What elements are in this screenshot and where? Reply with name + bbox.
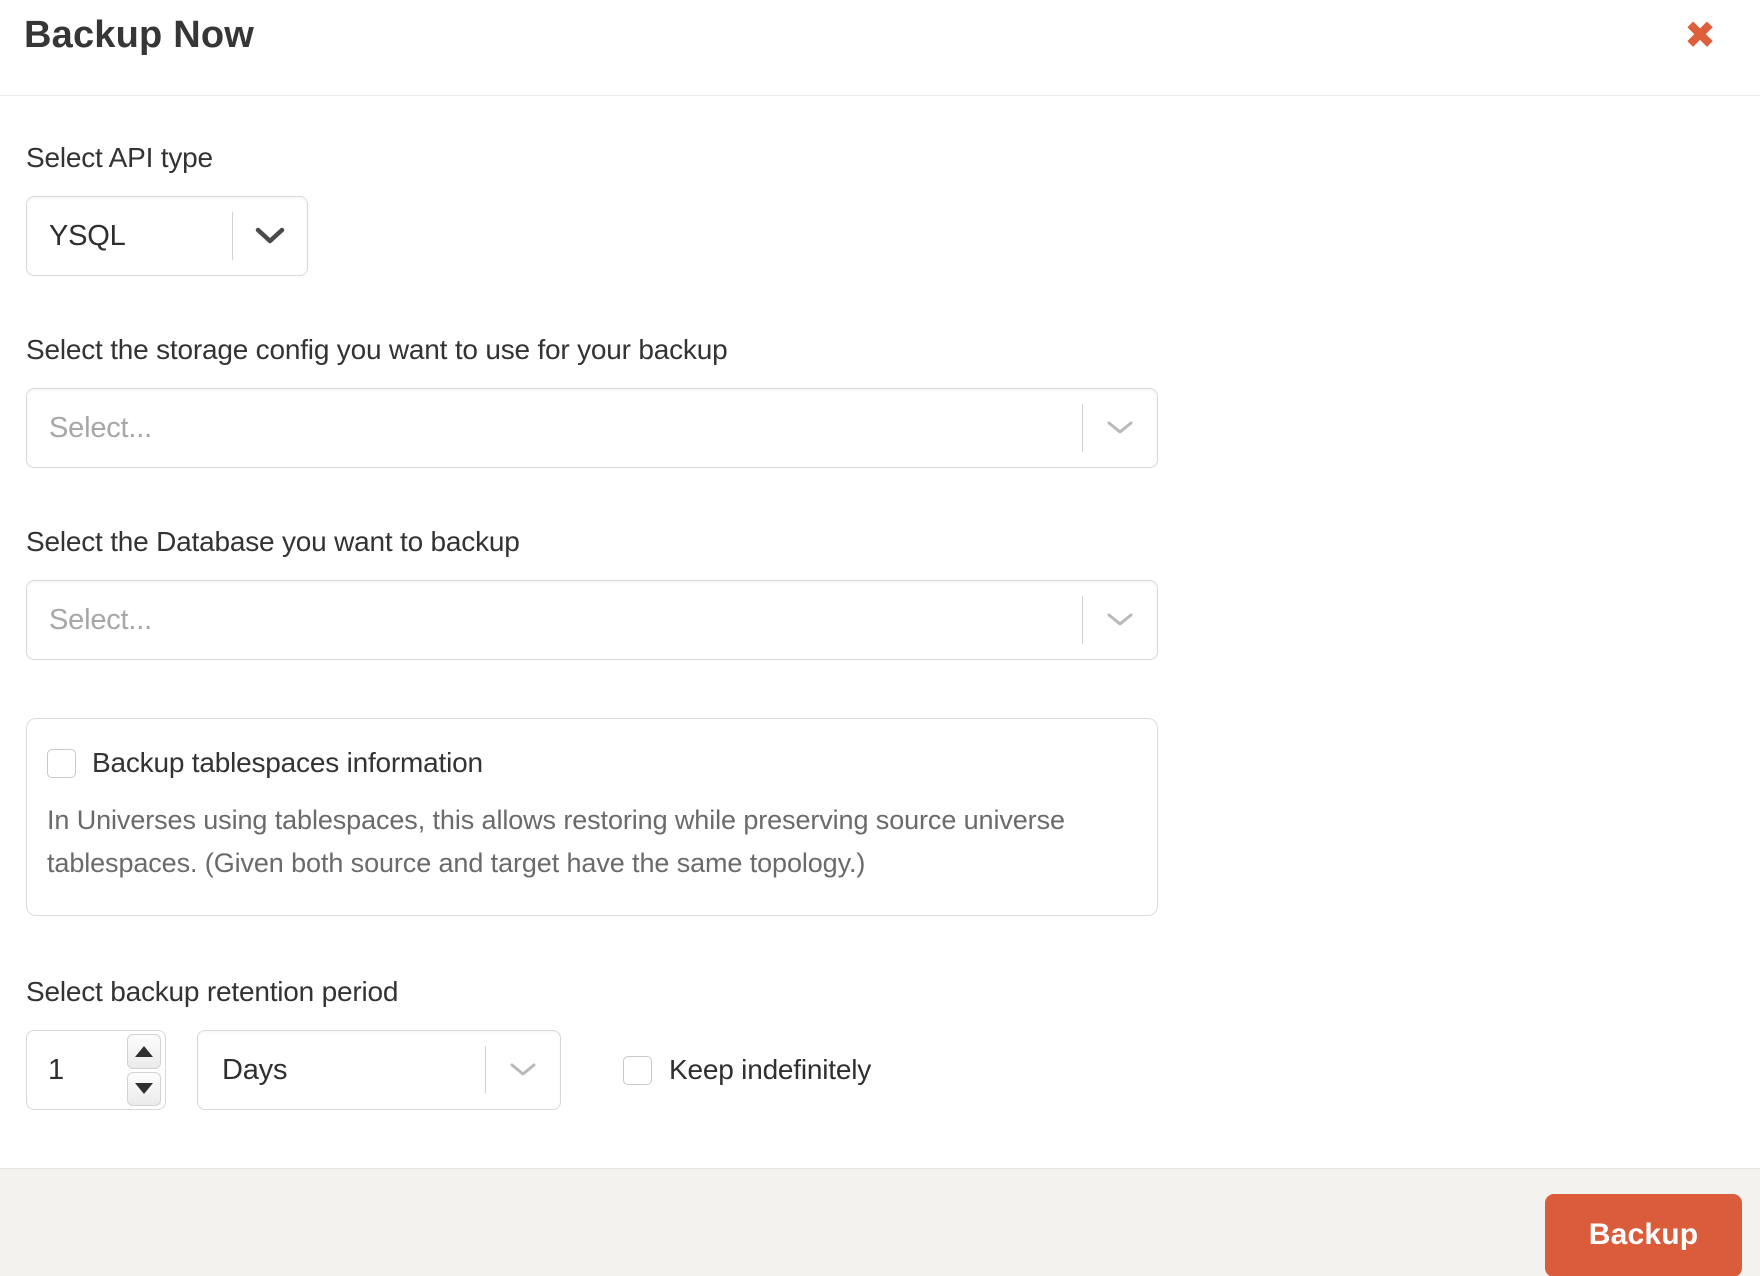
api-type-section: Select API type YSQL xyxy=(26,142,1736,276)
tablespaces-checkbox-row: Backup tablespaces information xyxy=(47,747,1127,779)
close-icon[interactable]: ✖ xyxy=(1680,16,1720,56)
modal-body: Select API type YSQL Select the storage … xyxy=(0,96,1760,1168)
modal-header: Backup Now ✖ xyxy=(0,0,1760,96)
retention-row: Days Keep indefinitely xyxy=(26,1030,1736,1110)
api-type-select[interactable]: YSQL xyxy=(26,196,308,276)
database-label: Select the Database you want to backup xyxy=(26,526,520,557)
tablespaces-card: Backup tablespaces information In Univer… xyxy=(26,718,1158,916)
retention-number-input xyxy=(26,1030,166,1110)
retention-section: Select backup retention period Days Keep… xyxy=(26,976,1736,1110)
database-section: Select the Database you want to backup S… xyxy=(26,526,1736,660)
api-type-label: Select API type xyxy=(26,142,213,173)
retention-value-field[interactable] xyxy=(27,1031,127,1109)
tablespaces-checkbox[interactable] xyxy=(47,748,76,778)
storage-config-label: Select the storage config you want to us… xyxy=(26,334,728,365)
stepper-up-button[interactable] xyxy=(127,1034,161,1069)
modal-footer: Backup xyxy=(0,1168,1760,1276)
stepper-down-button[interactable] xyxy=(127,1071,161,1106)
retention-unit-select[interactable]: Days xyxy=(197,1030,561,1110)
chevron-down-icon xyxy=(233,197,307,275)
chevron-down-icon xyxy=(1083,581,1157,659)
storage-config-placeholder: Select... xyxy=(49,411,152,444)
chevron-down-icon xyxy=(1083,389,1157,467)
database-select[interactable]: Select... xyxy=(26,580,1158,660)
database-placeholder: Select... xyxy=(49,603,152,636)
keep-indefinitely-group: Keep indefinitely xyxy=(623,1054,871,1086)
modal-title: Backup Now xyxy=(24,14,255,56)
api-type-value: YSQL xyxy=(49,219,126,252)
storage-config-select[interactable]: Select... xyxy=(26,388,1158,468)
arrow-up-icon xyxy=(135,1045,153,1057)
chevron-down-icon xyxy=(486,1031,560,1109)
backup-button[interactable]: Backup xyxy=(1545,1193,1742,1276)
retention-stepper xyxy=(127,1034,161,1106)
retention-label: Select backup retention period xyxy=(26,976,399,1007)
tablespaces-description: In Universes using tablespaces, this all… xyxy=(47,805,1065,878)
keep-indefinitely-label: Keep indefinitely xyxy=(669,1054,872,1085)
keep-indefinitely-checkbox[interactable] xyxy=(623,1055,652,1085)
arrow-down-icon xyxy=(135,1083,153,1095)
retention-unit-value: Days xyxy=(222,1053,288,1086)
storage-config-section: Select the storage config you want to us… xyxy=(26,334,1736,468)
tablespaces-checkbox-label: Backup tablespaces information xyxy=(92,747,483,778)
